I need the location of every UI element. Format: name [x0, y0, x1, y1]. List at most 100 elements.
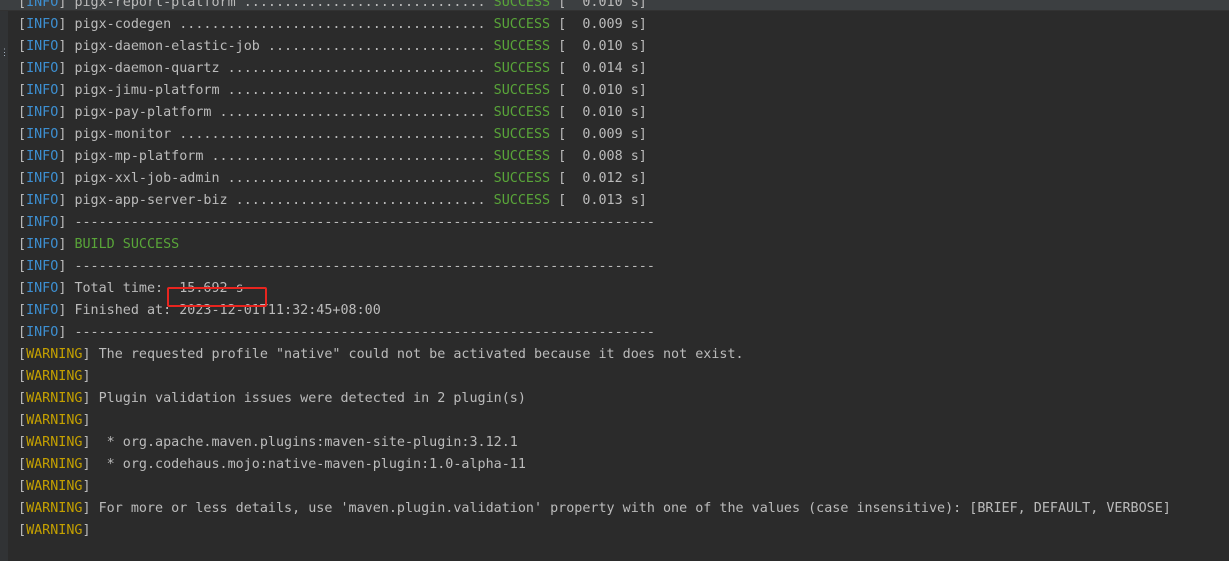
log-bracket-close: ] [58, 17, 75, 32]
log-bracket-close: ] [58, 171, 75, 186]
log-level: INFO [26, 61, 59, 76]
log-bracket-open: [ [18, 325, 27, 340]
log-bracket-close: ] [82, 391, 99, 406]
console-line: [WARNING] [18, 366, 1171, 388]
log-level: WARNING [26, 501, 83, 516]
log-level: WARNING [26, 523, 83, 538]
log-bracket-close: ] [58, 325, 75, 340]
log-message: Finished at: 2023-12-01T11:32:45+08:00 [74, 303, 381, 318]
log-message: ----------------------------------------… [74, 215, 655, 230]
log-level: INFO [26, 0, 59, 10]
log-message: For more or less details, use 'maven.plu… [98, 501, 1171, 516]
log-level: INFO [26, 171, 59, 186]
log-bracket-close: ] [58, 83, 75, 98]
console-line: [WARNING] [18, 520, 1171, 542]
log-bracket-close: ] [58, 215, 75, 230]
console-output[interactable]: [INFO] pigx-report-platform ............… [18, 0, 1171, 542]
console-line: [WARNING] * org.apache.maven.plugins:mav… [18, 432, 1171, 454]
log-message: ----------------------------------------… [74, 259, 655, 274]
log-level: INFO [26, 259, 59, 274]
log-message: * org.apache.maven.plugins:maven-site-pl… [98, 435, 518, 450]
console-gutter: ⋮ [0, 11, 9, 561]
log-message: Total time: 15.692 s [74, 281, 244, 296]
console-line: [INFO] pigx-jimu-platform ..............… [18, 80, 1171, 102]
log-bracket-open: [ [18, 347, 27, 362]
module-time: [ 0.010 s] [558, 0, 647, 10]
log-bracket-open: [ [18, 237, 27, 252]
console-line: [INFO] ---------------------------------… [18, 212, 1171, 234]
console-line: [INFO] pigx-pay-platform ...............… [18, 102, 1171, 124]
log-bracket-close: ] [58, 303, 75, 318]
log-level: WARNING [26, 391, 83, 406]
log-level: WARNING [26, 479, 83, 494]
console-line: [INFO] pigx-daemon-elastic-job .........… [18, 36, 1171, 58]
log-bracket-open: [ [18, 457, 27, 472]
module-time: [ 0.014 s] [558, 61, 647, 76]
module-time: [ 0.013 s] [558, 193, 647, 208]
log-level: INFO [26, 83, 59, 98]
log-bracket-close: ] [58, 237, 75, 252]
module-name: pigx-report-platform ...................… [74, 0, 486, 10]
console-line: [WARNING] Plugin validation issues were … [18, 388, 1171, 410]
build-console-window: ⋮ [INFO] pigx-report-platform ..........… [0, 0, 1229, 561]
console-line: [WARNING] [18, 410, 1171, 432]
log-bracket-open: [ [18, 369, 27, 384]
console-line: [INFO] pigx-daemon-quartz ..............… [18, 58, 1171, 80]
log-bracket-close: ] [82, 413, 99, 428]
log-bracket-open: [ [18, 171, 27, 186]
log-message: The requested profile "native" could not… [98, 347, 744, 362]
log-bracket-close: ] [58, 281, 75, 296]
console-line: [INFO] pigx-monitor ....................… [18, 124, 1171, 146]
module-name: pigx-app-server-biz ....................… [74, 193, 486, 208]
module-status: SUCCESS [493, 61, 551, 76]
module-status: SUCCESS [493, 83, 551, 98]
log-bracket-close: ] [58, 127, 75, 142]
module-name: pigx-jimu-platform .....................… [74, 83, 486, 98]
log-bracket-close: ] [82, 457, 99, 472]
module-name: pigx-daemon-quartz .....................… [74, 61, 486, 76]
console-line: [INFO] pigx-app-server-biz .............… [18, 190, 1171, 212]
log-message: Plugin validation issues were detected i… [98, 391, 526, 406]
log-message: * org.codehaus.mojo:native-maven-plugin:… [98, 457, 526, 472]
module-name: pigx-xxl-job-admin .....................… [74, 171, 486, 186]
log-bracket-open: [ [18, 39, 27, 54]
build-result: BUILD SUCCESS [74, 237, 180, 252]
module-name: pigx-codegen ...........................… [74, 17, 486, 32]
log-level: INFO [26, 281, 59, 296]
log-bracket-open: [ [18, 303, 27, 318]
console-line: [INFO] Finished at: 2023-12-01T11:32:45+… [18, 300, 1171, 322]
log-bracket-open: [ [18, 259, 27, 274]
console-line: [WARNING] The requested profile "native"… [18, 344, 1171, 366]
log-level: INFO [26, 105, 59, 120]
log-bracket-close: ] [58, 193, 75, 208]
log-bracket-close: ] [58, 61, 75, 76]
log-bracket-close: ] [82, 435, 99, 450]
log-bracket-close: ] [58, 39, 75, 54]
log-bracket-open: [ [18, 83, 27, 98]
log-bracket-close: ] [58, 259, 75, 274]
log-level: WARNING [26, 435, 83, 450]
console-line: [INFO] BUILD SUCCESS [18, 234, 1171, 256]
log-bracket-open: [ [18, 435, 27, 450]
log-message: ----------------------------------------… [74, 325, 655, 340]
module-name: pigx-pay-platform ......................… [74, 105, 486, 120]
log-bracket-open: [ [18, 281, 27, 296]
console-line: [INFO] pigx-codegen ....................… [18, 14, 1171, 36]
console-line: [INFO] ---------------------------------… [18, 256, 1171, 278]
console-line: [INFO] pigx-report-platform ............… [18, 0, 1171, 14]
module-status: SUCCESS [493, 17, 551, 32]
log-level: INFO [26, 193, 59, 208]
log-level: WARNING [26, 413, 83, 428]
log-bracket-close: ] [82, 501, 99, 516]
log-bracket-close: ] [58, 0, 75, 10]
log-bracket-close: ] [82, 369, 99, 384]
module-status: SUCCESS [493, 149, 551, 164]
module-time: [ 0.010 s] [558, 39, 647, 54]
log-level: WARNING [26, 347, 83, 362]
log-bracket-open: [ [18, 127, 27, 142]
module-name: pigx-daemon-elastic-job ................… [74, 39, 486, 54]
log-bracket-close: ] [58, 105, 75, 120]
log-bracket-open: [ [18, 391, 27, 406]
module-time: [ 0.008 s] [558, 149, 647, 164]
log-bracket-close: ] [82, 479, 99, 494]
